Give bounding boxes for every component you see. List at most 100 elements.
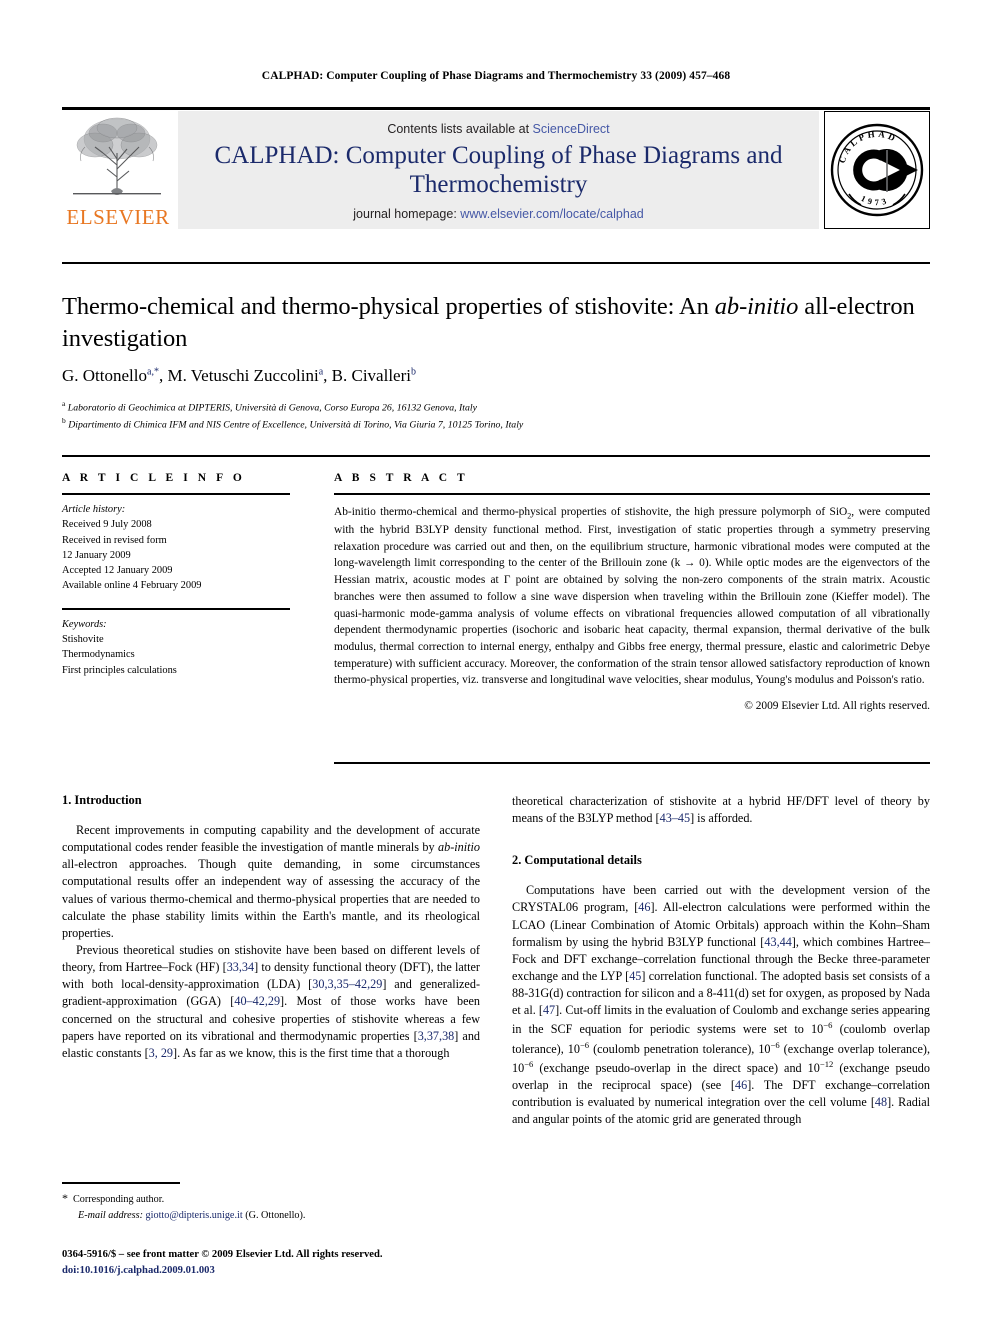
author-marks: a,* <box>147 366 159 378</box>
journal-homepage-line: journal homepage: www.elsevier.com/locat… <box>178 207 819 221</box>
paragraph-text: (coulomb penetration tolerance), 10 <box>589 1041 771 1056</box>
running-head: CALPHAD: Computer Coupling of Phase Diag… <box>261 70 731 82</box>
citation-link[interactable]: 43–45 <box>660 811 690 825</box>
affiliation-text: Dipartimento di Chimica IFM and NIS Cent… <box>68 419 524 431</box>
paragraph-italic: ab-initio <box>438 840 480 855</box>
citation-link[interactable]: 45 <box>629 969 641 983</box>
doi-label: doi: <box>62 1264 80 1276</box>
journal-masthead: ELSEVIER Contents lists available at Sci… <box>62 107 930 229</box>
elsevier-logo: ELSEVIER <box>62 111 174 229</box>
keywords-block: Keywords: Stishovite Thermodynamics Firs… <box>62 617 290 678</box>
title-italic-part: ab-initio <box>714 293 799 320</box>
title-part-1: Thermo-chemical and thermo-physical prop… <box>62 293 715 320</box>
abstract-text-part-1: Ab-initio thermo-chemical and thermo-phy… <box>334 506 848 518</box>
citation-link[interactable]: 46 <box>735 1078 747 1092</box>
abstract-column: A B S T R A C T Ab-initio thermo-chemica… <box>334 472 930 712</box>
email-note: E-mail address: giotto@dipteris.unige.it… <box>62 1208 480 1224</box>
contents-available-line: Contents lists available at ScienceDirec… <box>178 122 819 136</box>
article-info-heading: A R T I C L E I N F O <box>62 472 246 484</box>
author-list: G. Ottonelloa,*, M. Vetuschi Zuccolinia,… <box>62 366 416 385</box>
exponent: −12 <box>819 1058 834 1069</box>
email-label: E-mail address: <box>78 1209 143 1221</box>
journal-homepage-link[interactable]: www.elsevier.com/locate/calphad <box>460 207 643 221</box>
history-item: Accepted 12 January 2009 <box>62 565 173 577</box>
article-info-rule <box>62 493 290 495</box>
asterisk-icon: * <box>62 1191 68 1205</box>
sciencedirect-link[interactable]: ScienceDirect <box>533 122 610 136</box>
citation-link[interactable]: 47 <box>543 1003 555 1017</box>
article-history-label: Article history: <box>62 504 126 515</box>
abstract-heading: A B S T R A C T <box>334 472 469 484</box>
masthead-center-band: Contents lists available at ScienceDirec… <box>178 111 819 229</box>
keyword-item: First principles calculations <box>62 664 177 676</box>
footnote-block: * Corresponding author. E-mail address: g… <box>62 1189 480 1224</box>
affiliation-text: Laboratorio di Geochimica at DIPTERIS, U… <box>67 402 477 414</box>
affiliation-mark: a <box>62 399 66 408</box>
affiliation-item: b Dipartimento di Chimica IFM and NIS Ce… <box>62 415 928 432</box>
body-column-left: 1. Introduction Recent improvements in c… <box>62 793 480 1062</box>
calphad-journal-logo: CALPHAD 1973 <box>824 111 930 229</box>
author-marks: b <box>410 366 416 378</box>
affiliation-mark: b <box>62 416 66 426</box>
homepage-prefix: journal homepage: <box>353 207 461 221</box>
paragraph-text: (exchange pseudo-overlap in the direct s… <box>533 1060 820 1075</box>
keywords-rule <box>62 607 290 610</box>
citation-link[interactable]: 46 <box>638 900 650 914</box>
affiliation-list: a Laboratorio di Geochimica at DIPTERIS,… <box>62 398 928 433</box>
author-name: G. Ottonello <box>62 366 147 385</box>
history-item: Available online 4 February 2009 <box>62 580 202 592</box>
body-column-right: theoretical characterization of stishovi… <box>512 793 930 1128</box>
email-owner: (G. Ottonello). <box>245 1209 306 1221</box>
paragraph-text: Recent improvements in computing capabil… <box>62 823 480 855</box>
citation-link[interactable]: 48 <box>875 1095 887 1109</box>
paragraph: Recent improvements in computing capabil… <box>62 822 480 942</box>
corresponding-author-text: Corresponding author. <box>73 1194 165 1205</box>
abstract-text: Ab-initio thermo-chemical and thermo-phy… <box>334 504 930 689</box>
journal-title: CALPHAD: Computer Coupling of Phase Diag… <box>214 142 783 198</box>
citation-link[interactable]: 40–42,29 <box>234 994 280 1008</box>
contents-prefix: Contents lists available at <box>387 122 533 136</box>
history-item: Received 9 July 2008 <box>62 519 152 531</box>
paragraph-text: ] is afforded. <box>690 811 753 826</box>
doi-link[interactable]: 10.1016/j.calphad.2009.01.003 <box>80 1265 215 1276</box>
paragraph: Previous theoretical studies on stishovi… <box>62 942 480 1062</box>
abstract-rule <box>334 493 930 495</box>
citation-link[interactable]: 43,44 <box>764 935 791 949</box>
paragraph: Computations have been carried out with … <box>512 882 930 1128</box>
masthead-top-rule <box>62 107 930 110</box>
citation-link[interactable]: 30,3,35–42,29 <box>312 977 382 991</box>
imprint-block: 0364-5916/$ – see front matter © 2009 El… <box>62 1247 562 1279</box>
corresponding-author-note: * Corresponding author. <box>62 1189 480 1208</box>
section-heading-introduction: 1. Introduction <box>62 793 142 807</box>
paragraph-text: all-electron approaches. Though quite de… <box>62 857 480 940</box>
page-title: Thermo-chemical and thermo-physical prop… <box>62 291 928 355</box>
history-item: 12 January 2009 <box>62 549 131 561</box>
journal-article-page: CALPHAD: Computer Coupling of Phase Diag… <box>0 0 992 1323</box>
issn-line: 0364-5916/$ – see front matter © 2009 El… <box>62 1249 383 1260</box>
citation-link[interactable]: 33,34 <box>227 960 254 974</box>
abstract-section-top-rule <box>62 455 930 457</box>
email-link[interactable]: giotto@dipteris.unige.it <box>146 1210 243 1221</box>
exponent: −6 <box>770 1039 780 1050</box>
history-item: Received in revised form <box>62 534 167 546</box>
footnote-separator-rule <box>62 1182 180 1184</box>
affiliation-item: a Laboratorio di Geochimica at DIPTERIS,… <box>62 398 928 415</box>
exponent: −6 <box>579 1039 590 1050</box>
keyword-item: Stishovite <box>62 634 104 646</box>
abstract-text-part-2: , were computed with the hybrid B3LYP de… <box>334 506 931 687</box>
paragraph-text: ]. As far as we know, this is the first … <box>173 1045 450 1060</box>
calphad-emblem-icon: CALPHAD 1973 <box>830 123 924 217</box>
section-heading-computational-details: 2. Computational details <box>512 853 642 868</box>
author-name: M. Vetuschi Zuccolini <box>167 366 319 385</box>
paragraph: theoretical characterization of stishovi… <box>512 793 930 827</box>
author-marks: a <box>318 366 324 378</box>
article-info-column: A R T I C L E I N F O Article history: R… <box>62 472 290 678</box>
citation-link[interactable]: 3,37,38 <box>418 1029 455 1043</box>
abstract-copyright: © 2009 Elsevier Ltd. All rights reserved… <box>744 700 930 713</box>
exponent: −6 <box>524 1058 534 1069</box>
citation-link[interactable]: 3, 29 <box>149 1046 173 1060</box>
keywords-label: Keywords: <box>62 618 107 630</box>
doi-line: doi:10.1016/j.calphad.2009.01.003 <box>62 1263 562 1279</box>
author-name: B. Civalleri <box>331 366 411 385</box>
title-separator-rule <box>62 262 930 264</box>
